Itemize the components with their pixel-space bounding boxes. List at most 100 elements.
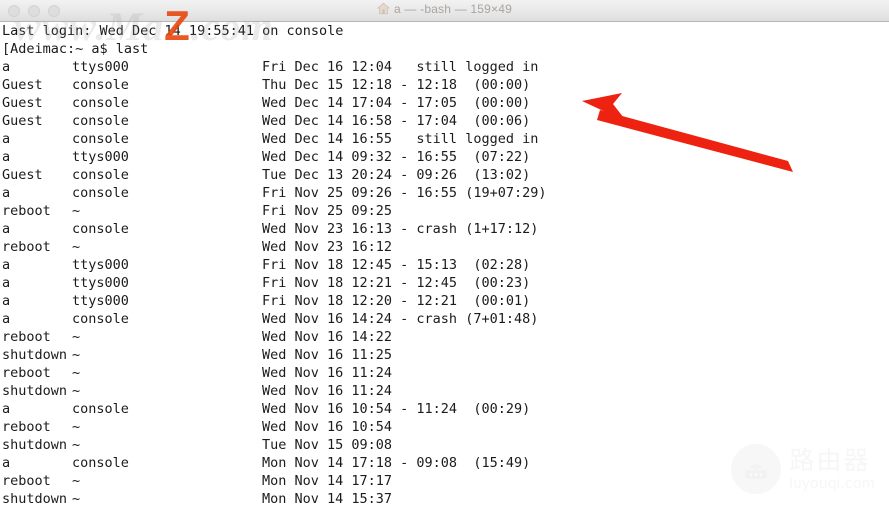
row-tty: ~ — [72, 383, 81, 399]
row-when: Fri Nov 18 12:20 - 12:21 (00:01) — [262, 293, 531, 309]
row-tty: console — [72, 221, 129, 237]
row-tty: console — [72, 311, 129, 327]
row-tty: console — [72, 95, 129, 111]
table-row: Guest console Tue Dec 13 20:24 - 09:26 (13… — [0, 166, 889, 184]
table-row: Guest console Wed Dec 14 17:04 - 17:05 (00… — [0, 94, 889, 112]
row-tty: ttys000 — [72, 149, 129, 165]
table-row: reboot ~ Wed Nov 16 10:54 — [0, 418, 889, 436]
table-row: a console Wed Nov 16 14:24 - crash (7+01:4… — [0, 310, 889, 328]
row-user: shutdown — [2, 437, 68, 453]
last-command-output-table: a ttys000 Fri Dec 16 12:04 still logged in… — [0, 58, 889, 506]
row-when: Wed Nov 16 14:22 — [262, 329, 393, 345]
watermark-macz: www.MaZ.com — [14, 2, 274, 50]
table-row: Guest console Wed Dec 14 16:58 - 17:04 (00… — [0, 112, 889, 130]
table-row: reboot ~ Fri Nov 25 09:25 — [0, 202, 889, 220]
row-user: a — [2, 275, 11, 291]
row-user: shutdown — [2, 383, 68, 399]
row-user: reboot — [2, 419, 51, 435]
row-user: reboot — [2, 329, 51, 345]
row-tty: ttys000 — [72, 275, 129, 291]
row-tty: ~ — [72, 419, 81, 435]
watermark-macz-prefix: www.Ma — [14, 4, 165, 49]
row-user: reboot — [2, 473, 51, 489]
row-tty: console — [72, 455, 129, 471]
row-user: Guest — [2, 95, 43, 111]
row-tty: ttys000 — [72, 59, 129, 75]
row-when: Wed Nov 16 10:54 - 11:24 (00:29) — [262, 401, 531, 417]
table-row: a ttys000 Wed Dec 14 09:32 - 16:55 (07:22) — [0, 148, 889, 166]
row-when: Fri Dec 16 12:04 still logged in — [262, 59, 539, 75]
router-icon — [731, 444, 782, 494]
row-user: a — [2, 401, 11, 417]
row-user: a — [2, 221, 11, 237]
row-when: Thu Dec 15 12:18 - 12:18 (00:00) — [262, 77, 531, 93]
row-when: Wed Dec 14 09:32 - 16:55 (07:22) — [262, 149, 531, 165]
row-when: Fri Nov 18 12:21 - 12:45 (00:23) — [262, 275, 531, 291]
table-row: reboot ~ Wed Nov 16 11:24 — [0, 364, 889, 382]
watermark-macz-accent: Z — [164, 2, 191, 49]
window-title-text: a — -bash — 159×49 — [393, 2, 512, 16]
table-row: a ttys000 Fri Dec 16 12:04 still logged in — [0, 58, 889, 76]
row-tty: ~ — [72, 491, 81, 506]
row-user: reboot — [2, 365, 51, 381]
row-user: shutdown — [2, 347, 68, 363]
row-user: a — [2, 149, 11, 165]
row-user: Guest — [2, 113, 43, 129]
row-tty: console — [72, 167, 129, 183]
row-tty: ~ — [72, 239, 81, 255]
row-tty: ~ — [72, 329, 81, 345]
table-row: a ttys000 Fri Nov 18 12:21 - 12:45 (00:23) — [0, 274, 889, 292]
row-user: reboot — [2, 239, 51, 255]
row-user: a — [2, 455, 11, 471]
row-when: Wed Nov 23 16:13 - crash (1+17:12) — [262, 221, 539, 237]
terminal-window-screenshot: a — -bash — 159×49 Last login: Wed Dec 1… — [0, 0, 889, 506]
table-row: a ttys000 Fri Nov 18 12:20 - 12:21 (00:01) — [0, 292, 889, 310]
row-user: shutdown — [2, 491, 68, 506]
terminal-content[interactable]: Last login: Wed Dec 14 19:55:41 on conso… — [0, 22, 889, 506]
row-when: Wed Nov 16 11:24 — [262, 365, 393, 381]
row-user: Guest — [2, 167, 43, 183]
row-when: Wed Dec 14 16:58 - 17:04 (00:06) — [262, 113, 531, 129]
house-icon — [376, 2, 391, 18]
watermark-luyouqi-text: 路由器 luyouqi.com — [789, 448, 875, 491]
row-tty: console — [72, 77, 129, 93]
row-when: Tue Dec 13 20:24 - 09:26 (13:02) — [262, 167, 531, 183]
row-when: Wed Nov 16 11:24 — [262, 383, 393, 399]
watermark-luyouqi-en: luyouqi.com — [789, 474, 875, 492]
table-row: shutdown ~ Wed Nov 16 11:24 — [0, 382, 889, 400]
watermark-luyouqi-cn: 路由器 — [789, 445, 871, 475]
row-when: Wed Nov 16 10:54 — [262, 419, 393, 435]
table-row: a ttys000 Fri Nov 18 12:45 - 15:13 (02:28) — [0, 256, 889, 274]
row-when: Mon Nov 14 15:37 — [262, 491, 393, 506]
table-row: reboot ~ Wed Nov 16 14:22 — [0, 328, 889, 346]
row-tty: ~ — [72, 365, 81, 381]
row-tty: console — [72, 401, 129, 417]
row-tty: console — [72, 131, 129, 147]
row-user: a — [2, 59, 11, 75]
table-row: Guest console Thu Dec 15 12:18 - 12:18 (00… — [0, 76, 889, 94]
watermark-luyouqi: 路由器 luyouqi.com — [731, 444, 875, 494]
table-row: shutdown ~ Wed Nov 16 11:25 — [0, 346, 889, 364]
row-user: a — [2, 257, 11, 273]
row-when: Tue Nov 15 09:08 — [262, 437, 393, 453]
table-row: reboot ~ Wed Nov 23 16:12 — [0, 238, 889, 256]
row-user: reboot — [2, 203, 51, 219]
row-when: Mon Nov 14 17:17 — [262, 473, 393, 489]
row-when: Wed Dec 14 17:04 - 17:05 (00:00) — [262, 95, 531, 111]
table-row: a console Wed Nov 23 16:13 - crash (1+17:1… — [0, 220, 889, 238]
row-when: Wed Dec 14 16:55 still logged in — [262, 131, 539, 147]
row-when: Fri Nov 18 12:45 - 15:13 (02:28) — [262, 257, 531, 273]
row-user: a — [2, 293, 11, 309]
row-tty: ~ — [72, 437, 81, 453]
table-row: a console Wed Nov 16 10:54 - 11:24 (00:29) — [0, 400, 889, 418]
row-when: Fri Nov 25 09:25 — [262, 203, 393, 219]
watermark-macz-suffix: .com — [190, 4, 274, 49]
row-tty: ttys000 — [72, 257, 129, 273]
row-when: Wed Nov 23 16:12 — [262, 239, 393, 255]
table-row: a console Wed Dec 14 16:55 still logged in — [0, 130, 889, 148]
row-user: a — [2, 311, 11, 327]
row-tty: ~ — [72, 203, 81, 219]
row-tty: ~ — [72, 473, 81, 489]
row-user: a — [2, 185, 11, 201]
row-when: Mon Nov 14 17:18 - 09:08 (15:49) — [262, 455, 531, 471]
